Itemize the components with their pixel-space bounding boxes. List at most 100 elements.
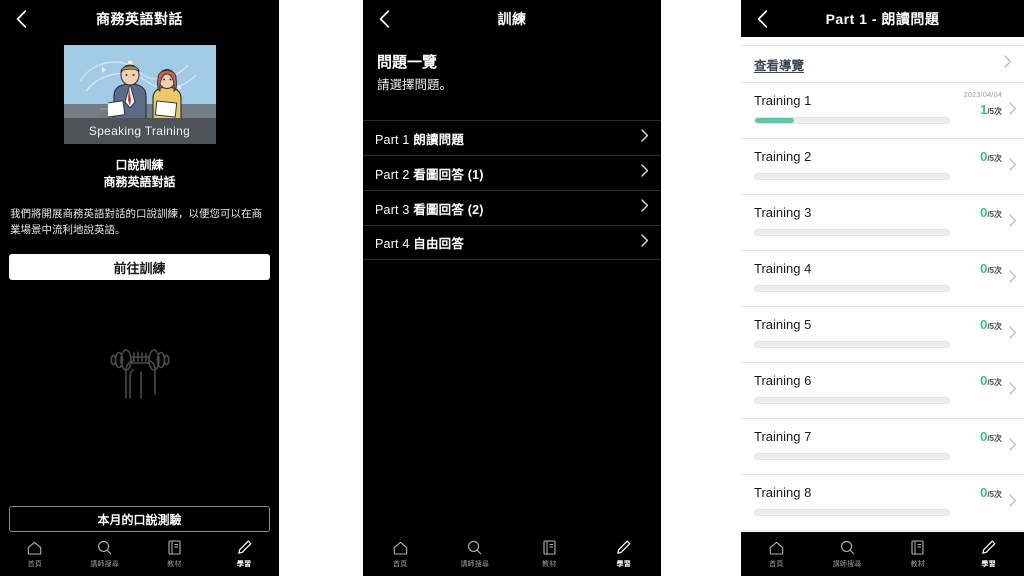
tab-study[interactable]: 學習 xyxy=(209,539,279,569)
tab-teacher-search[interactable]: 講師搜尋 xyxy=(70,539,140,569)
home-icon xyxy=(393,539,408,556)
lesson-subtitle-block: 口說訓練 商務英語對話 xyxy=(8,157,271,191)
training-meta: 0/5次 xyxy=(980,427,1002,445)
lesson-description: 我們將開展商務英語對話的口說訓練，以便您可以在商業場景中流利地說英語。 xyxy=(10,208,262,236)
part-number: Part 4 xyxy=(375,237,410,251)
part-list: Part 1 朗讀問題 Part 2 看圖回答 (1) Part 3 看圖回答 … xyxy=(363,120,661,260)
training-meta: 0/5次 xyxy=(980,315,1002,333)
chevron-right-icon xyxy=(1009,213,1017,232)
tab-home[interactable]: 首頁 xyxy=(741,539,812,569)
go-to-training-button[interactable]: 前往訓練 xyxy=(9,254,270,280)
tab-teacher-search-label: 講師搜尋 xyxy=(90,561,120,568)
progress-bar xyxy=(754,453,950,460)
chevron-right-icon xyxy=(1009,157,1017,176)
tab-home-label: 首頁 xyxy=(393,561,408,568)
tab-teacher-search[interactable]: 講師搜尋 xyxy=(438,539,513,569)
progress-bar-fill xyxy=(755,118,794,123)
pencil-icon xyxy=(237,539,252,556)
tab-study[interactable]: 學習 xyxy=(587,539,662,569)
training-count-total: /5次 xyxy=(987,378,1002,387)
page-title: 商務英語對話 xyxy=(96,11,183,27)
tab-materials[interactable]: 教材 xyxy=(883,539,954,569)
training-meta: 2023/04/04 1/5次 xyxy=(963,90,1002,118)
tab-study-label: 學習 xyxy=(236,561,252,568)
training-row[interactable]: Training 2 0/5次 xyxy=(741,139,1024,195)
tab-teacher-search[interactable]: 講師搜尋 xyxy=(812,539,883,569)
lesson-body: Speaking Training 口說訓練 商務英語對話 我們將開展商務英語對… xyxy=(0,45,279,400)
tab-home[interactable]: 首頁 xyxy=(363,539,438,569)
part-title: 看圖回答 (2) xyxy=(413,202,484,217)
part-label: Part 4 自由回答 xyxy=(375,233,464,252)
training-row[interactable]: Training 3 0/5次 xyxy=(741,195,1024,251)
tab-home[interactable]: 首頁 xyxy=(0,539,70,569)
tab-materials-label: 教材 xyxy=(542,561,557,568)
progress-bar xyxy=(754,341,950,348)
chevron-right-icon xyxy=(1009,437,1017,456)
part-row[interactable]: Part 3 看圖回答 (2) xyxy=(363,190,661,225)
training-count: 0/5次 xyxy=(980,373,1002,389)
progress-bar xyxy=(754,285,950,292)
training-date: 2023/04/04 xyxy=(963,90,1002,99)
training-count-total: /5次 xyxy=(987,434,1002,443)
back-button[interactable] xyxy=(10,8,32,30)
dumbbell-icon xyxy=(8,342,271,400)
training-meta: 0/5次 xyxy=(980,147,1002,165)
home-icon xyxy=(27,539,42,556)
tab-materials[interactable]: 教材 xyxy=(140,539,210,569)
training-name: Training 5 xyxy=(754,317,812,332)
training-row[interactable]: Training 4 0/5次 xyxy=(741,251,1024,307)
progress-bar xyxy=(754,397,950,404)
part-number: Part 2 xyxy=(375,167,410,182)
training-row[interactable]: Training 5 0/5次 xyxy=(741,307,1024,363)
phone-screen-question-list: 訓練 問題一覽 請選擇問題。 Part 1 朗讀問題 Part 2 看圖回答 (… xyxy=(363,0,661,576)
book-icon xyxy=(168,539,181,556)
part-row[interactable]: Part 2 看圖回答 (1) xyxy=(363,155,661,190)
chevron-right-icon xyxy=(641,129,649,147)
training-count: 0/5次 xyxy=(980,149,1002,165)
training-row[interactable]: Training 1 2023/04/04 1/5次 xyxy=(741,83,1024,139)
training-meta: 0/5次 xyxy=(980,483,1002,501)
training-row[interactable]: Training 8 0/5次 xyxy=(741,475,1024,531)
tab-materials[interactable]: 教材 xyxy=(512,539,587,569)
chevron-right-icon xyxy=(641,199,649,217)
tab-study[interactable]: 學習 xyxy=(953,539,1024,569)
chevron-right-icon xyxy=(1004,55,1012,73)
training-list: 查看導覽 Training 1 2023/04/04 1/5次 Training… xyxy=(741,45,1024,531)
monthly-speaking-test-button[interactable]: 本月的口說測驗 xyxy=(9,506,270,532)
section-subheading: 請選擇問題。 xyxy=(377,78,453,92)
part-label: Part 2 看圖回答 (1) xyxy=(375,164,484,183)
part-number: Part 3 xyxy=(375,202,410,217)
part-number: Part 1 xyxy=(375,132,410,147)
back-button[interactable] xyxy=(373,8,395,30)
training-count-total: /5次 xyxy=(987,154,1002,163)
back-button[interactable] xyxy=(751,8,773,30)
training-count: 0/5次 xyxy=(980,261,1002,277)
part-row[interactable]: Part 1 朗讀問題 xyxy=(363,120,661,155)
training-row[interactable]: Training 7 0/5次 xyxy=(741,419,1024,475)
chevron-right-icon xyxy=(1009,269,1017,288)
tab-study-label: 學習 xyxy=(616,561,631,568)
monthly-speaking-test-label: 本月的口說測驗 xyxy=(97,512,182,527)
training-count-total: /5次 xyxy=(987,106,1002,116)
part-row[interactable]: Part 4 自由回答 xyxy=(363,225,661,260)
part-title: 朗讀問題 xyxy=(413,132,465,147)
part-title: 看圖回答 (1) xyxy=(413,167,484,182)
pencil-icon xyxy=(981,539,996,556)
progress-bar xyxy=(754,117,950,124)
phone-screen-training-list: Part 1 - 朗讀問題 查看導覽 Training 1 2023/04/04… xyxy=(741,0,1024,576)
tab-materials-label: 教材 xyxy=(910,561,926,568)
view-guide-row[interactable]: 查看導覽 xyxy=(741,45,1024,83)
progress-bar xyxy=(754,229,950,236)
section-heading: 問題一覽 xyxy=(377,54,438,71)
tab-teacher-search-label: 講師搜尋 xyxy=(460,561,490,568)
training-count-total: /5次 xyxy=(987,490,1002,499)
lesson-category: 口說訓練 xyxy=(115,158,164,172)
training-name: Training 4 xyxy=(754,261,812,276)
tab-materials-label: 教材 xyxy=(167,561,182,568)
screenshot-stage: 商務英語對話 Speaking Training 口說訓練 商務英語對話 我們將… xyxy=(0,0,1024,576)
training-row[interactable]: Training 6 0/5次 xyxy=(741,363,1024,419)
book-icon xyxy=(911,539,924,556)
go-to-training-label: 前往訓練 xyxy=(113,260,166,276)
training-count: 1/5次 xyxy=(963,102,1002,118)
progress-bar xyxy=(754,173,950,180)
